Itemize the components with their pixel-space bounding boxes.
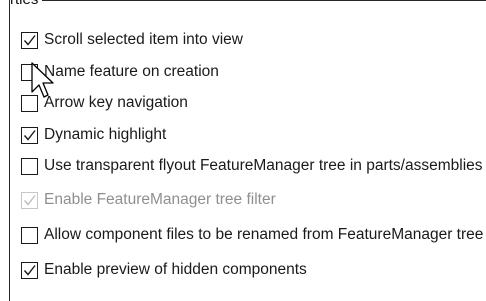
option-scroll-selected-item[interactable]: Scroll selected item into view — [21, 29, 243, 51]
option-enable-tree-filter: Enable FeatureManager tree filter — [21, 189, 276, 211]
checkmark-icon — [23, 194, 36, 206]
checkmark-icon — [23, 34, 36, 46]
option-label: Scroll selected item into view — [44, 31, 243, 48]
option-label: Enable preview of hidden components — [44, 261, 307, 278]
checkmark-icon — [23, 129, 36, 141]
option-name-feature-on-creation[interactable]: Name feature on creation — [21, 61, 219, 83]
option-label: Dynamic highlight — [44, 126, 167, 143]
checkmark-icon — [23, 264, 36, 276]
option-enable-preview-hidden[interactable]: Enable preview of hidden components — [21, 259, 307, 281]
checkbox[interactable] — [21, 261, 38, 279]
option-dynamic-highlight[interactable]: Dynamic highlight — [21, 124, 166, 146]
checkbox-disabled — [21, 191, 38, 209]
checkbox[interactable] — [21, 31, 38, 49]
option-label: Arrow key navigation — [44, 94, 188, 111]
option-arrow-key-navigation[interactable]: Arrow key navigation — [21, 92, 188, 114]
checkbox[interactable] — [21, 226, 38, 244]
option-allow-component-rename[interactable]: Allow component files to be renamed from… — [21, 224, 483, 246]
option-transparent-flyout-tree[interactable]: Use transparent flyout FeatureManager tr… — [21, 155, 483, 177]
option-label: Use transparent flyout FeatureManager tr… — [44, 157, 483, 174]
checkbox[interactable] — [21, 94, 38, 112]
checkbox[interactable] — [21, 126, 38, 144]
group-title: rties — [10, 0, 43, 8]
option-label: Name feature on creation — [44, 63, 219, 80]
option-label: Allow component files to be renamed from… — [44, 226, 484, 243]
checkbox[interactable] — [21, 63, 38, 81]
option-label: Enable FeatureManager tree filter — [44, 191, 276, 208]
checkbox[interactable] — [21, 157, 38, 175]
